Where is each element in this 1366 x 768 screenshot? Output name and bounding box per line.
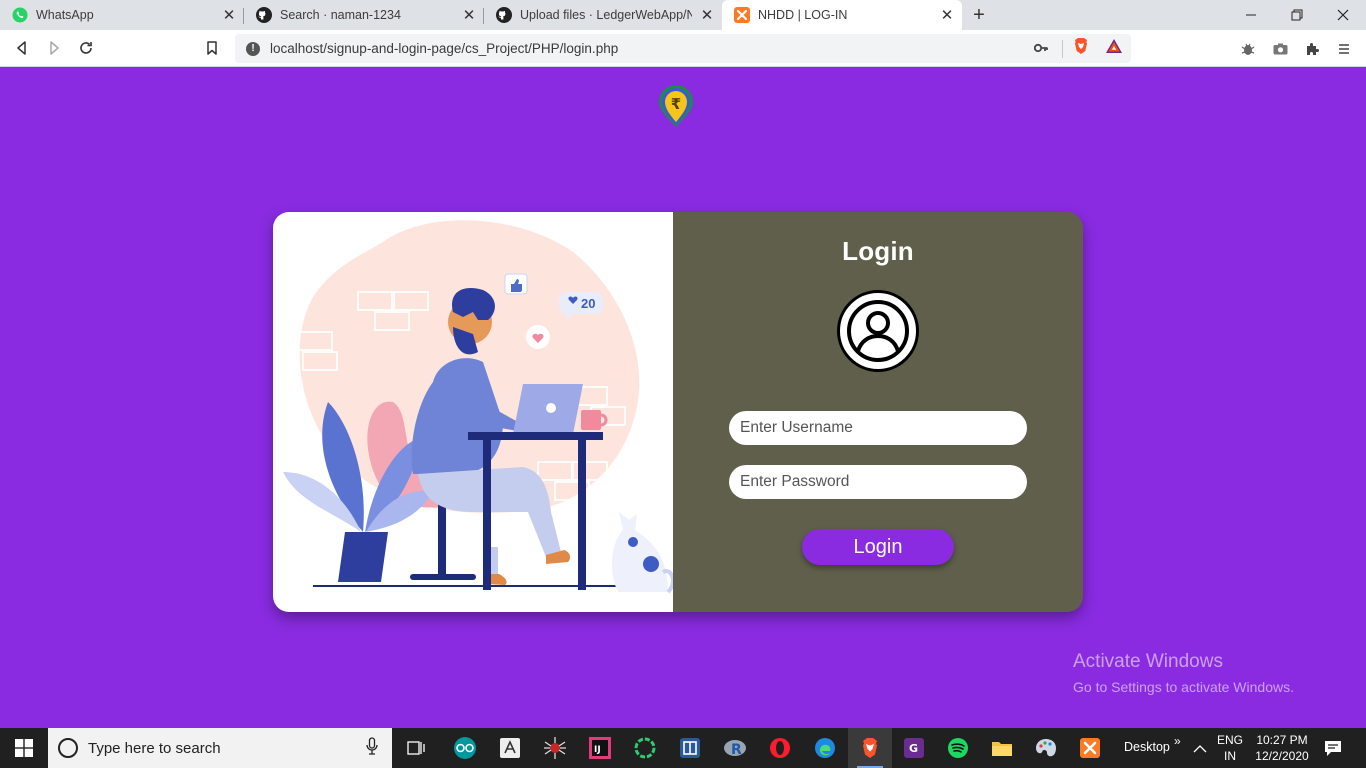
close-icon[interactable]: ✕ <box>220 6 238 24</box>
divider <box>1062 39 1063 58</box>
minimize-button[interactable] <box>1228 0 1274 30</box>
xampp-icon <box>734 7 750 23</box>
brave-shields-icon[interactable] <box>1073 37 1089 60</box>
tab-github-search[interactable]: Search · naman-1234 ✕ <box>244 0 484 30</box>
page-content: ₹ 20 Login Enter Username Login Activate… <box>0 68 1366 728</box>
language-code: ENG <box>1216 733 1243 747</box>
pdf-app-icon[interactable]: G <box>899 734 929 762</box>
browser-toolbar: ! localhost/signup-and-login-page/cs_Pro… <box>0 30 1366 67</box>
illustration-panel: 20 <box>273 212 675 612</box>
tab-title: WhatsApp <box>36 8 94 22</box>
paint-icon[interactable] <box>1031 734 1061 762</box>
chevron-up-icon[interactable] <box>1193 741 1207 759</box>
svg-text:IJ: IJ <box>594 745 601 755</box>
bookmark-icon <box>207 41 217 55</box>
notifications-icon[interactable] <box>1324 739 1342 762</box>
clock-time: 10:27 PM <box>1256 733 1308 747</box>
edge-icon[interactable] <box>810 734 840 762</box>
bookmark-button[interactable] <box>200 36 224 60</box>
opera-icon[interactable] <box>765 734 795 762</box>
close-icon[interactable]: ✕ <box>698 6 716 24</box>
tab-github-upload[interactable]: Upload files · LedgerWebApp/NHD ✕ <box>484 0 722 30</box>
tab-title: Upload files · LedgerWebApp/NHD <box>520 8 692 22</box>
like-count: 20 <box>581 296 595 311</box>
menu-icon[interactable] <box>1334 39 1354 59</box>
xampp-icon[interactable] <box>1075 734 1105 762</box>
close-window-button[interactable] <box>1320 0 1366 30</box>
system-clock[interactable]: 10:27 PM 12/2/2020 <box>1250 732 1314 764</box>
tab-nhdd-login[interactable]: NHDD | LOG-IN ✕ <box>722 0 962 30</box>
clock-date: 12/2/2020 <box>1255 749 1309 763</box>
start-button[interactable] <box>0 728 48 768</box>
intellij-icon[interactable]: IJ <box>585 734 615 762</box>
back-button[interactable] <box>10 36 34 60</box>
forward-icon <box>50 41 59 55</box>
arduino-icon[interactable] <box>450 734 480 762</box>
camera-icon[interactable] <box>1270 39 1290 59</box>
watermark-subtitle: Go to Settings to activate Windows. <box>1073 679 1294 695</box>
login-form-panel: Login Login <box>673 212 1083 612</box>
login-heading: Login <box>842 236 914 266</box>
username-input[interactable] <box>729 411 1027 445</box>
person-at-laptop-illustration: 20 <box>283 220 675 594</box>
brave-rewards-icon[interactable] <box>1105 38 1123 59</box>
site-info-icon[interactable]: ! <box>246 41 260 56</box>
desktop-toolbar-label[interactable]: Desktop <box>1124 740 1170 754</box>
forward-button[interactable] <box>42 36 66 60</box>
svg-text:G: G <box>909 742 918 755</box>
microphone-icon[interactable] <box>366 736 378 760</box>
github-icon <box>256 7 272 23</box>
tab-title: NHDD | LOG-IN <box>758 8 848 22</box>
whatsapp-icon <box>12 7 28 23</box>
tab-whatsapp[interactable]: WhatsApp ✕ <box>0 0 244 30</box>
svg-text:₹: ₹ <box>671 95 681 113</box>
reload-button[interactable] <box>74 36 98 60</box>
tab-strip: WhatsApp ✕ Search · naman-1234 ✕ Upload … <box>0 0 1366 30</box>
extensions-icon[interactable] <box>1302 39 1322 59</box>
close-icon <box>1337 9 1349 21</box>
refresh-app-icon[interactable] <box>630 734 660 762</box>
svg-text:R: R <box>731 742 742 758</box>
close-icon[interactable]: ✕ <box>938 6 956 24</box>
user-avatar-icon <box>837 290 919 372</box>
reload-icon <box>80 42 92 54</box>
search-placeholder: Type here to search <box>88 739 221 757</box>
login-card: 20 Login Enter Username Login <box>273 212 1083 612</box>
region-code: IN <box>1224 749 1236 763</box>
password-input[interactable] <box>729 465 1027 499</box>
spotify-icon[interactable] <box>943 734 973 762</box>
bug-icon[interactable] <box>1238 39 1258 59</box>
address-bar[interactable]: ! localhost/signup-and-login-page/cs_Pro… <box>235 34 1131 63</box>
bracket-app-icon[interactable] <box>675 734 705 762</box>
restore-icon <box>1291 9 1303 21</box>
close-icon[interactable]: ✕ <box>460 6 478 24</box>
brave-browser-icon[interactable] <box>855 734 885 768</box>
activate-windows-watermark: Activate Windows Go to Settings to activ… <box>1073 651 1294 695</box>
key-icon[interactable] <box>1033 40 1048 58</box>
url-text[interactable]: localhost/signup-and-login-page/cs_Proje… <box>270 41 1034 56</box>
rupee-logo-icon: ₹ <box>655 85 697 128</box>
adobe-icon[interactable] <box>495 734 525 762</box>
r-studio-icon[interactable]: R <box>720 734 750 762</box>
language-indicator[interactable]: ENG IN <box>1214 732 1246 764</box>
watermark-title: Activate Windows <box>1073 651 1223 672</box>
login-button[interactable]: Login <box>802 529 954 565</box>
minimize-icon <box>1246 14 1256 16</box>
file-explorer-icon[interactable] <box>987 734 1017 762</box>
restore-button[interactable] <box>1274 0 1320 30</box>
windows-icon <box>15 739 33 757</box>
back-icon <box>17 41 26 55</box>
new-tab-button[interactable]: + <box>968 4 990 26</box>
windows-taskbar: Type here to search IJ R G Desktop » ENG… <box>0 728 1366 768</box>
tab-title: Search · naman-1234 <box>280 8 401 22</box>
taskbar-search[interactable]: Type here to search <box>48 728 392 768</box>
github-icon <box>496 7 512 23</box>
double-chevron-icon[interactable]: » <box>1174 734 1181 748</box>
cortana-icon <box>58 738 78 758</box>
task-view-icon[interactable] <box>401 734 431 762</box>
spider-app-icon[interactable] <box>540 734 570 762</box>
